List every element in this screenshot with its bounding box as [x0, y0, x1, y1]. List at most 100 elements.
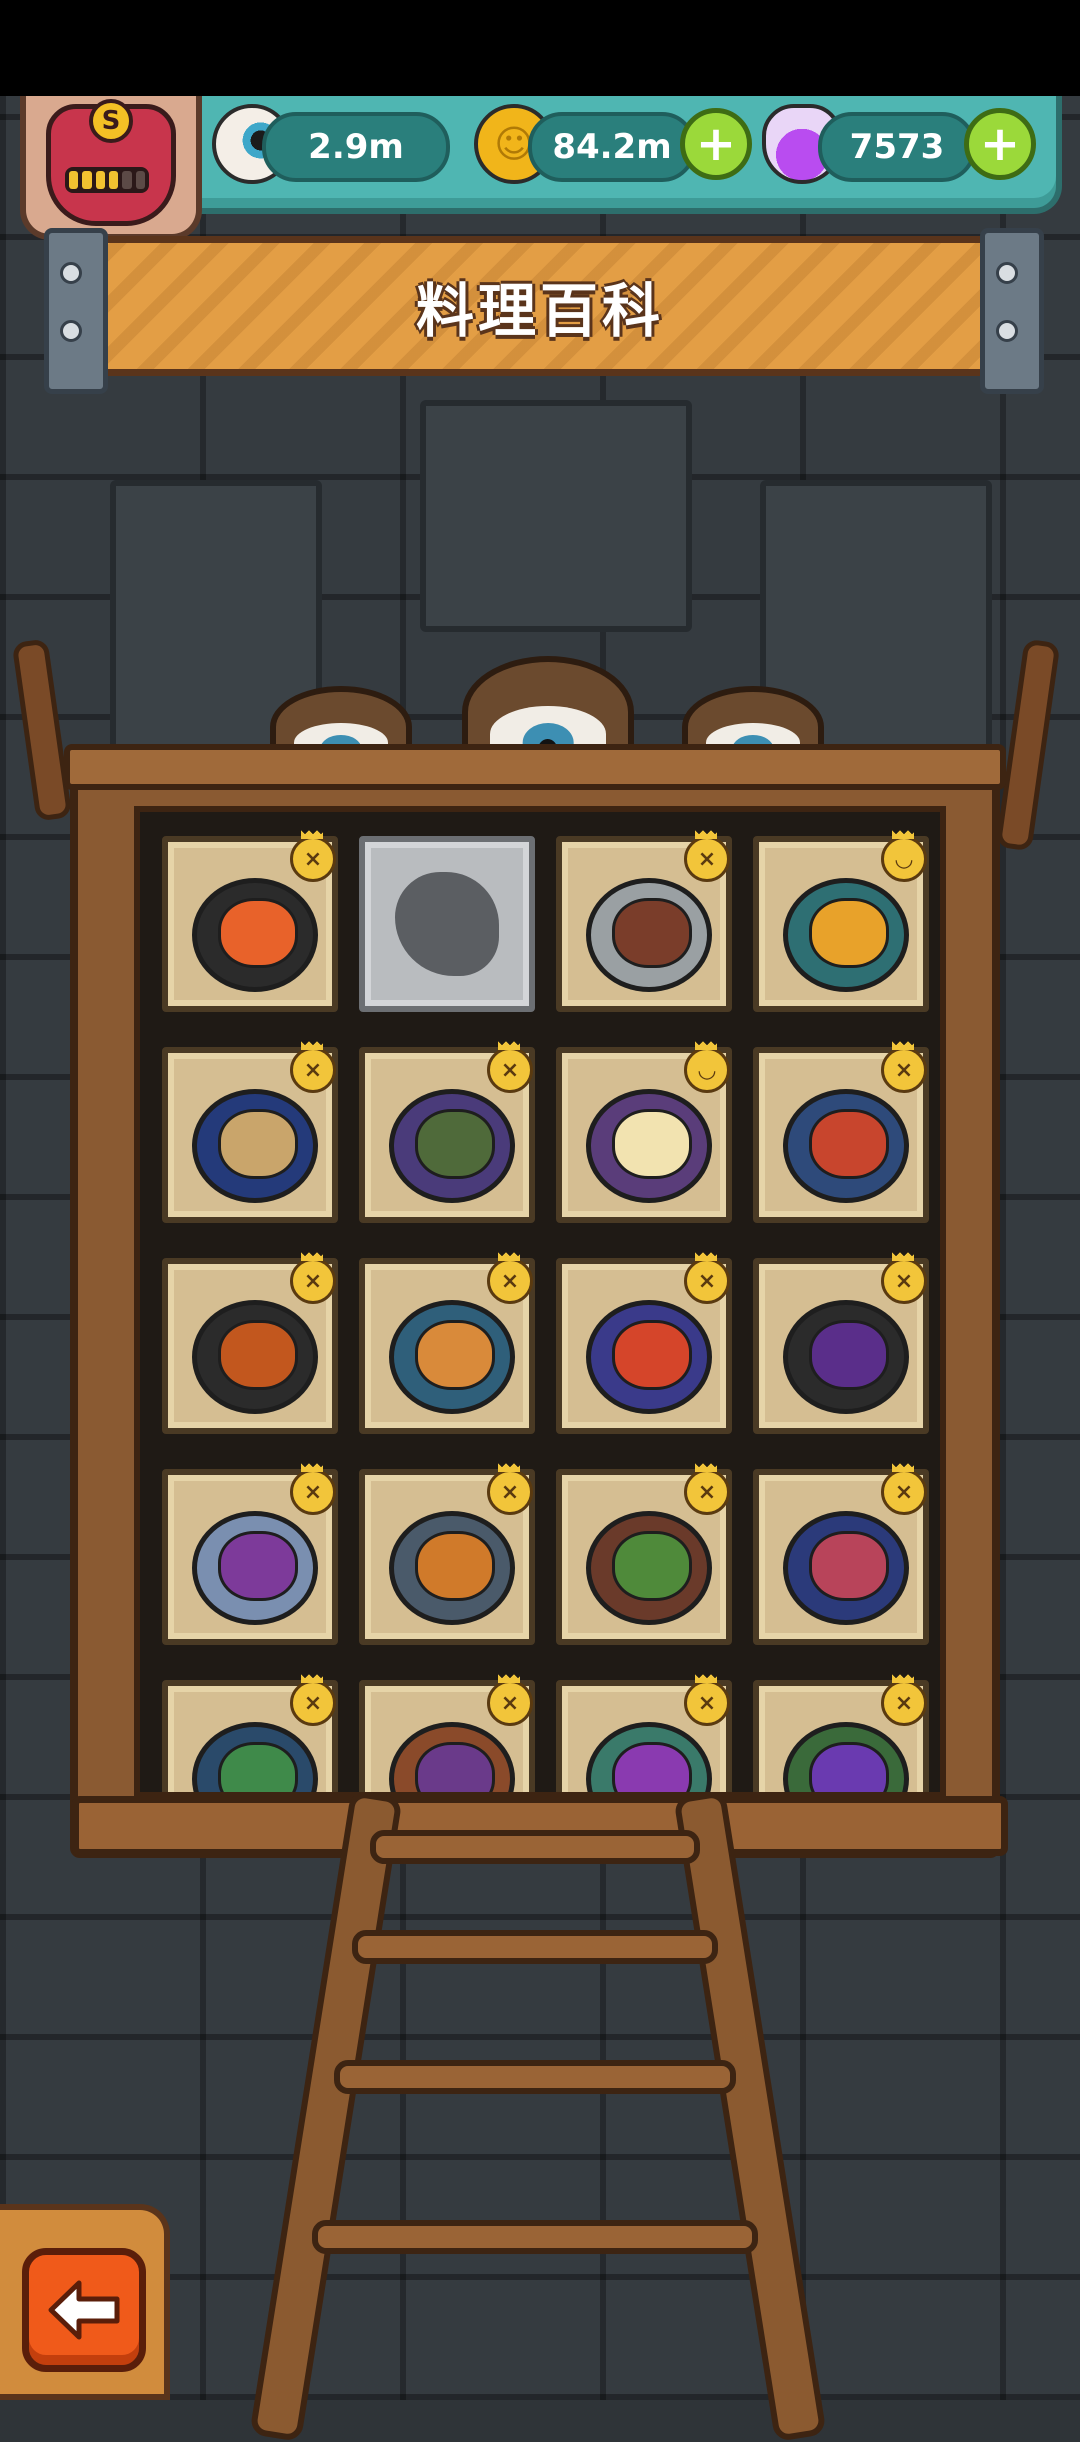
recipe-tile[interactable]: ×: [162, 1462, 338, 1645]
recipe-tile[interactable]: ×: [556, 1462, 732, 1645]
dizzy-crown-badge-icon: ×: [881, 1040, 927, 1093]
recipe-tile[interactable]: ×: [359, 1251, 535, 1434]
bookshelf-top-beam: [64, 744, 1006, 790]
recipe-tile[interactable]: ×: [556, 829, 732, 1012]
recipe-tile[interactable]: ◡: [753, 829, 929, 1012]
recipe-tile[interactable]: ×: [162, 829, 338, 1012]
food-icon: [217, 1741, 299, 1792]
dish-icon: [389, 1089, 515, 1203]
dish-icon: [389, 1511, 515, 1625]
page-title: 料理百科: [415, 277, 664, 345]
food-icon: [611, 1741, 693, 1792]
food-icon: [414, 1108, 496, 1180]
food-icon: [808, 1530, 890, 1602]
food-icon: [611, 1108, 693, 1180]
dish-icon: [586, 1089, 712, 1203]
recipe-tile[interactable]: ×: [753, 1673, 929, 1792]
back-button[interactable]: [22, 2248, 146, 2372]
dish-icon: [783, 1722, 909, 1792]
dish-icon: [192, 1300, 318, 1414]
dizzy-crown-badge-icon: ×: [487, 1462, 533, 1515]
eyeball-counter: 2.9m: [262, 112, 450, 182]
bolt-icon: [996, 262, 1018, 284]
monster-avatar-icon: S: [46, 99, 176, 226]
recipe-tile[interactable]: ×: [556, 1251, 732, 1434]
dizzy-crown-badge-icon: ×: [290, 1040, 336, 1093]
recipe-tile[interactable]: ×: [556, 1673, 732, 1792]
happy-crown-badge-icon: ◡: [881, 829, 927, 882]
recipe-tile[interactable]: ×: [753, 1251, 929, 1434]
food-icon: [414, 1741, 496, 1792]
dish-icon: [783, 1089, 909, 1203]
recipe-tile[interactable]: ×: [162, 1040, 338, 1223]
banner-right-clamp: [980, 228, 1044, 394]
recipe-tile[interactable]: ×: [359, 1040, 535, 1223]
food-icon: [611, 1319, 693, 1391]
recipe-tile[interactable]: ×: [359, 1462, 535, 1645]
dizzy-crown-badge-icon: ×: [684, 1462, 730, 1515]
recipe-tile[interactable]: ×: [753, 1462, 929, 1645]
food-icon: [414, 1530, 496, 1602]
happy-crown-badge-icon: ◡: [684, 1040, 730, 1093]
recipe-tile[interactable]: ×: [162, 1251, 338, 1434]
recipe-tile[interactable]: ◡: [556, 1040, 732, 1223]
add-potions-button[interactable]: +: [964, 108, 1036, 180]
dizzy-crown-badge-icon: ×: [881, 1251, 927, 1304]
ladder-rung: [370, 1830, 700, 1864]
bolt-icon: [996, 320, 1018, 342]
dizzy-crown-badge-icon: ×: [487, 1040, 533, 1093]
dizzy-crown-badge-icon: ×: [290, 1673, 336, 1726]
recipe-tile[interactable]: ×: [753, 1040, 929, 1223]
food-icon: [808, 1741, 890, 1792]
dish-icon: [586, 1722, 712, 1792]
player-avatar[interactable]: S: [20, 96, 202, 240]
food-icon: [808, 1108, 890, 1180]
recipe-tile-locked[interactable]: [359, 836, 535, 1012]
recipe-tile[interactable]: ×: [359, 1673, 535, 1792]
food-icon: [414, 1319, 496, 1391]
food-icon: [611, 897, 693, 969]
coin-counter: 84.2m: [528, 112, 696, 182]
dish-icon: [586, 1300, 712, 1414]
dish-icon: [586, 878, 712, 992]
dizzy-crown-badge-icon: ×: [487, 1673, 533, 1726]
dish-icon: [192, 1511, 318, 1625]
locked-dish-silhouette-icon: [395, 872, 499, 976]
recipe-grid[interactable]: × × ◡ × × ◡ × × × × × × × × × × × × ×: [134, 806, 946, 1798]
wall-panel: [420, 400, 692, 632]
food-icon: [217, 1319, 299, 1391]
recipe-tile[interactable]: ×: [162, 1673, 338, 1792]
food-icon: [217, 1108, 299, 1180]
dish-icon: [389, 1300, 515, 1414]
dish-icon: [783, 1300, 909, 1414]
dish-icon: [192, 1722, 318, 1792]
progress-teeth: [65, 167, 149, 193]
food-icon: [808, 897, 890, 969]
dizzy-crown-badge-icon: ×: [684, 1673, 730, 1726]
dizzy-crown-badge-icon: ×: [290, 1462, 336, 1515]
dish-icon: [389, 1722, 515, 1792]
status-bar: [0, 0, 1080, 96]
dish-icon: [192, 1089, 318, 1203]
food-icon: [217, 1530, 299, 1602]
ladder-rung: [334, 2060, 736, 2094]
bolt-icon: [60, 262, 82, 284]
food-icon: [217, 897, 299, 969]
dizzy-crown-badge-icon: ×: [881, 1462, 927, 1515]
dizzy-crown-badge-icon: ×: [881, 1673, 927, 1726]
dish-icon: [192, 878, 318, 992]
dizzy-crown-badge-icon: ×: [290, 829, 336, 882]
ladder-rung: [352, 1930, 718, 1964]
dish-icon: [783, 1511, 909, 1625]
dizzy-crown-badge-icon: ×: [487, 1251, 533, 1304]
dizzy-crown-badge-icon: ×: [684, 829, 730, 882]
dizzy-crown-badge-icon: ×: [290, 1251, 336, 1304]
add-coins-button[interactable]: +: [680, 108, 752, 180]
dish-icon: [783, 878, 909, 992]
title-banner: 料理百科: [52, 236, 1028, 376]
rank-badge: S: [89, 99, 133, 143]
food-icon: [808, 1319, 890, 1391]
banner-left-clamp: [44, 228, 108, 394]
potion-counter: 7573: [818, 112, 976, 182]
ladder-rung: [312, 2220, 758, 2254]
